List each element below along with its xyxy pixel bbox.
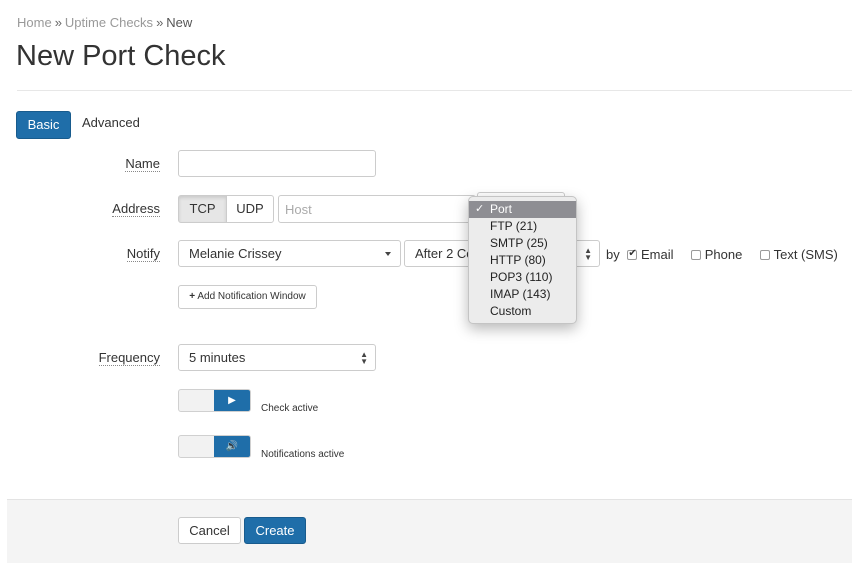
play-icon: ▶: [214, 390, 250, 411]
select-stepper-icon: ▲ ▼: [360, 350, 368, 366]
notifications-active-label: Notifications active: [261, 449, 345, 460]
tab-basic[interactable]: Basic: [16, 111, 71, 139]
name-input[interactable]: [178, 150, 376, 177]
port-option[interactable]: FTP (21): [469, 218, 576, 235]
add-notification-window-button[interactable]: + Add Notification Window: [178, 285, 317, 309]
port-option[interactable]: POP3 (110): [469, 269, 576, 286]
email-label: Email: [640, 247, 674, 263]
check-active-toggle[interactable]: ▶: [178, 389, 251, 412]
title-divider: [17, 90, 852, 91]
address-label: Address: [112, 201, 160, 217]
breadcrumb-home-link[interactable]: Home: [17, 15, 52, 30]
name-label: Name: [125, 156, 160, 172]
breadcrumb-separator: »: [54, 15, 62, 30]
phone-checkbox[interactable]: [691, 249, 702, 260]
frequency-label: Frequency: [98, 350, 160, 366]
page-title: New Port Check: [16, 40, 226, 72]
breadcrumb-uptime-checks-link[interactable]: Uptime Checks: [65, 15, 153, 30]
protocol-tcp-button[interactable]: TCP: [178, 195, 227, 223]
notify-label: Notify: [126, 246, 160, 262]
frequency-select[interactable]: 5 minutes ▲ ▼: [178, 344, 376, 371]
frequency-value: 5 minutes: [189, 350, 246, 365]
breadcrumb-separator: »: [156, 15, 164, 30]
form-footer: [7, 499, 852, 563]
notifications-active-toggle[interactable]: 🔊: [178, 435, 251, 458]
port-option[interactable]: HTTP (80): [469, 252, 576, 269]
host-input[interactable]: [278, 195, 476, 223]
create-button[interactable]: Create: [244, 517, 306, 544]
notify-contact-select[interactable]: Melanie Crissey: [178, 240, 401, 267]
protocol-udp-button[interactable]: UDP: [226, 195, 274, 223]
email-checkbox[interactable]: [627, 248, 638, 260]
notify-channels: by Email Phone Text (SMS): [606, 246, 838, 262]
notify-threshold-value: After 2 Co: [415, 246, 474, 261]
breadcrumb: Home» Uptime Checks» New: [17, 15, 192, 30]
port-option[interactable]: ✓ Port: [469, 201, 576, 218]
port-option[interactable]: SMTP (25): [469, 235, 576, 252]
port-option[interactable]: Custom: [469, 303, 576, 320]
select-stepper-icon: ▲ ▼: [584, 246, 592, 262]
tab-advanced[interactable]: Advanced: [82, 115, 140, 130]
cancel-button[interactable]: Cancel: [178, 517, 241, 544]
speaker-icon: 🔊: [214, 436, 250, 457]
phone-label: Phone: [704, 247, 743, 263]
checkmark-icon: ✓: [475, 203, 485, 215]
notify-contact-value: Melanie Crissey: [189, 246, 282, 261]
sms-label: Text (SMS): [773, 247, 838, 263]
chevron-down-icon: [385, 252, 391, 256]
notify-by-label: by: [606, 247, 620, 263]
sms-checkbox[interactable]: [759, 249, 770, 260]
port-dropdown-menu: ✓ Port FTP (21) SMTP (25) HTTP (80) POP3 …: [468, 196, 577, 324]
check-active-label: Check active: [261, 403, 319, 414]
plus-icon: +: [189, 291, 196, 302]
port-option[interactable]: IMAP (143): [469, 286, 576, 303]
breadcrumb-current: New: [166, 15, 193, 30]
